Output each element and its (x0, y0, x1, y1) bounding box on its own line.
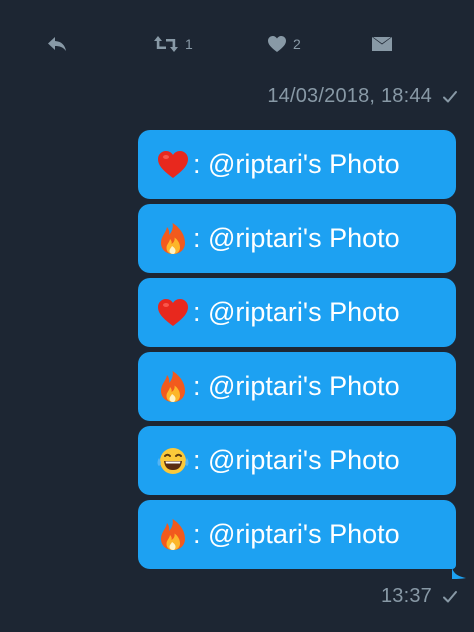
message-text: : @riptari's Photo (193, 297, 400, 327)
message-bubble[interactable]: : @riptari's Photo (138, 352, 456, 421)
message-text: : @riptari's Photo (193, 223, 400, 253)
reply-button[interactable] (46, 26, 68, 62)
laughing-emoji-icon (156, 444, 190, 478)
bubble-tail (452, 555, 466, 579)
heart-emoji-icon (156, 148, 190, 182)
message-group: : @riptari's Photo : @riptari's Photo : … (138, 130, 466, 579)
heart-icon (267, 35, 287, 53)
like-button[interactable]: 2 (267, 26, 301, 62)
message-bubble[interactable]: : @riptari's Photo (138, 500, 466, 579)
fire-emoji-icon (156, 370, 190, 404)
check-icon (442, 89, 458, 105)
message-bubble[interactable]: : @riptari's Photo (138, 130, 456, 199)
message-text: : @riptari's Photo (193, 445, 400, 475)
timestamp-text: 14/03/2018, 18:44 (267, 85, 432, 107)
message-bubble[interactable]: : @riptari's Photo (138, 278, 456, 347)
dm-conversation-screen: 1 2 14/03/2018, 18:44: @riptari's Photo… (0, 0, 474, 632)
retweet-button[interactable]: 1 (153, 26, 193, 62)
message-text: : @riptari's Photo (193, 519, 400, 549)
fire-emoji-icon (156, 518, 190, 552)
message-timestamp: 13:37 (381, 585, 458, 608)
message-bubble[interactable]: : @riptari's Photo (138, 426, 456, 495)
heart-emoji-icon (156, 296, 190, 330)
retweet-icon (153, 35, 179, 53)
direct-message-button[interactable] (371, 26, 393, 62)
message-text: : @riptari's Photo (193, 149, 400, 179)
timestamp-text: 13:37 (380, 585, 432, 607)
tweet-action-bar: 1 2 (0, 26, 474, 62)
like-count: 2 (293, 36, 301, 52)
check-icon (442, 589, 458, 605)
envelope-icon (371, 36, 393, 52)
retweet-count: 1 (185, 36, 193, 52)
message-timestamp: 14/03/2018, 18:44 (267, 85, 458, 108)
reply-icon (46, 35, 68, 53)
fire-emoji-icon (156, 222, 190, 256)
message-bubble[interactable]: : @riptari's Photo (138, 204, 456, 273)
message-text: : @riptari's Photo (193, 371, 400, 401)
